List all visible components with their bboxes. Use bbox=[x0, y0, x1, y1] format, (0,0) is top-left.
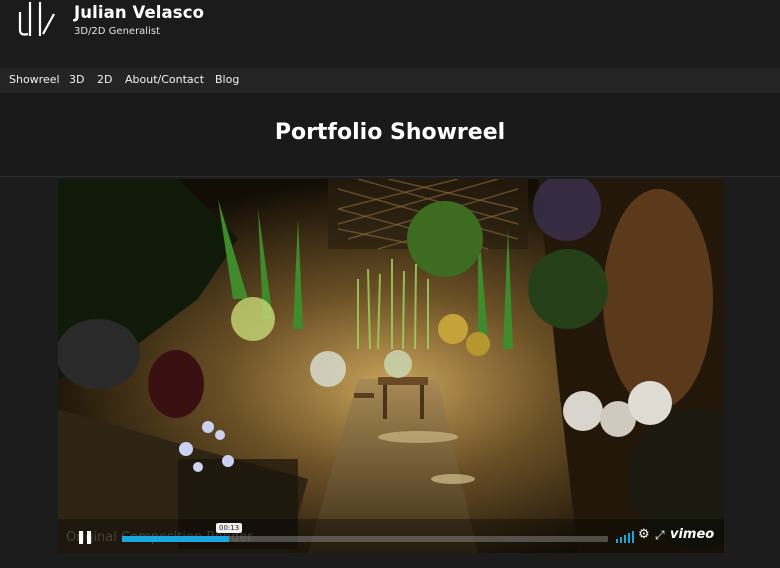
volume-icon[interactable] bbox=[616, 531, 634, 543]
nav-item-3d[interactable]: 3D bbox=[69, 73, 84, 86]
nav-item-about-contact[interactable]: About/Contact bbox=[125, 73, 204, 86]
fullscreen-icon[interactable]: ⤢ bbox=[655, 528, 665, 543]
nav-item-blog[interactable]: Blog bbox=[215, 73, 239, 86]
main-nav: Showreel 3D 2D About/Contact Blog bbox=[0, 68, 780, 93]
vimeo-logo[interactable]: vimeo bbox=[670, 527, 714, 542]
video-frame-image bbox=[58, 179, 724, 553]
nav-item-2d[interactable]: 2D bbox=[97, 73, 112, 86]
time-tooltip: 00:13 bbox=[216, 523, 243, 533]
nav-item-showreel[interactable]: Showreel bbox=[9, 73, 60, 86]
site-header: Julian Velasco 3D/2D Generalist bbox=[0, 0, 780, 68]
pause-icon[interactable] bbox=[76, 529, 96, 547]
settings-gear-icon[interactable]: ⚙ bbox=[638, 527, 650, 542]
logo-icon[interactable] bbox=[14, 0, 60, 40]
title-band: Portfolio Showreel bbox=[0, 93, 780, 177]
site-tagline: 3D/2D Generalist bbox=[74, 26, 160, 37]
progress-fill bbox=[122, 536, 229, 542]
page-title: Portfolio Showreel bbox=[274, 120, 506, 145]
player-controls: Original Composition Render 00:13 ⚙ ⤢ vi… bbox=[58, 523, 724, 553]
site-title[interactable]: Julian Velasco bbox=[74, 3, 204, 22]
video-player[interactable]: Original Composition Render 00:13 ⚙ ⤢ vi… bbox=[58, 179, 724, 553]
progress-bar[interactable]: 00:13 bbox=[122, 523, 608, 542]
